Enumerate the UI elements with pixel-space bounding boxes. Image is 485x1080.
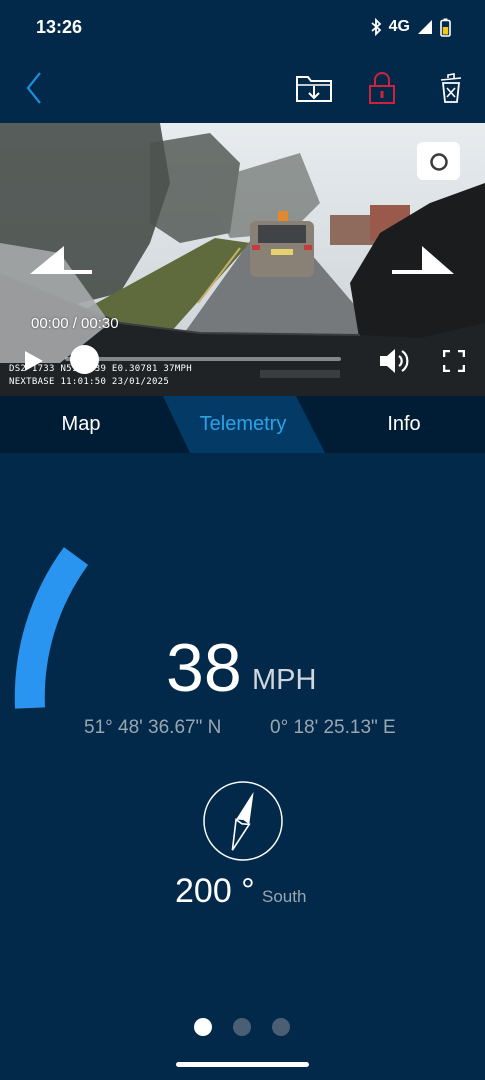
compass-icon xyxy=(203,781,283,861)
back-button[interactable] xyxy=(12,66,56,110)
video-time: 00:00 / 00:30 xyxy=(31,315,119,332)
snapshot-button[interactable] xyxy=(417,142,460,180)
next-clip-button[interactable] xyxy=(392,244,456,276)
status-icons: 4G xyxy=(370,16,451,38)
trash-icon xyxy=(440,73,462,103)
fullscreen-button[interactable] xyxy=(443,350,465,372)
status-bar: 13:26 4G xyxy=(0,0,485,56)
chevron-left-icon xyxy=(26,72,41,104)
play-button[interactable] xyxy=(24,350,44,372)
tab-map[interactable]: Map xyxy=(0,396,162,453)
seek-thumb[interactable] xyxy=(70,345,99,374)
next-clip-icon xyxy=(392,246,454,274)
network-type: 4G xyxy=(388,18,410,35)
home-indicator[interactable] xyxy=(176,1062,309,1067)
signal-icon xyxy=(418,20,432,34)
page-indicator xyxy=(194,1018,290,1036)
tab-telemetry[interactable]: Telemetry xyxy=(163,396,323,453)
fullscreen-icon xyxy=(443,350,465,372)
bluetooth-icon xyxy=(371,18,381,36)
prev-clip-button[interactable] xyxy=(30,244,94,276)
top-toolbar xyxy=(0,56,485,122)
overlay-date-line: NEXTBASE 11:01:50 23/01/2025 xyxy=(9,377,170,387)
speed-value: 38 xyxy=(166,630,242,706)
download-button[interactable] xyxy=(292,66,336,110)
volume-button[interactable] xyxy=(379,346,411,376)
speed-gauge xyxy=(14,547,89,709)
heading-direction: South xyxy=(262,887,307,906)
page-dot-3[interactable] xyxy=(272,1018,290,1036)
speed-gauge-arc xyxy=(14,547,89,709)
speed-unit: MPH xyxy=(252,664,317,696)
longitude: 0° 18' 25.13" E xyxy=(270,717,396,738)
status-time: 13:26 xyxy=(36,17,83,37)
lock-icon xyxy=(369,72,395,104)
camera-icon xyxy=(429,153,448,171)
lock-button[interactable] xyxy=(360,66,404,110)
heading-value: 200 ° xyxy=(175,872,255,910)
prev-clip-icon xyxy=(30,246,92,274)
battery-icon xyxy=(440,18,451,37)
page-dot-1[interactable] xyxy=(194,1018,212,1036)
page-dot-2[interactable] xyxy=(233,1018,251,1036)
tab-info[interactable]: Info xyxy=(323,396,485,453)
folder-download-icon xyxy=(296,76,332,102)
tab-bar: Map Telemetry Info xyxy=(0,396,485,453)
volume-icon xyxy=(380,349,409,373)
delete-button[interactable] xyxy=(429,66,473,110)
latitude: 51° 48' 36.67" N xyxy=(84,717,222,738)
play-icon xyxy=(25,351,43,371)
seek-bar[interactable] xyxy=(65,357,341,361)
